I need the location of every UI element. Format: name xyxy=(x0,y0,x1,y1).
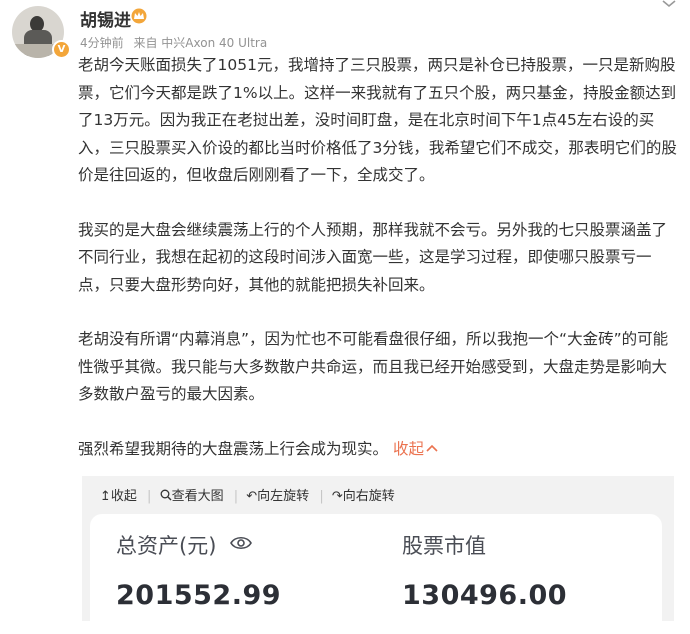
post-meta: 4分钟前 来自 中兴Axon 40 Ultra xyxy=(80,34,273,51)
author-name[interactable]: 胡锡进 xyxy=(80,6,131,31)
stock-value-value: 130496.00 xyxy=(402,580,568,611)
post-paragraph-2: 我买的是大盘会继续震荡上行的个人预期，那样我就不会亏。另外我的七只股票涵盖了不同… xyxy=(78,220,668,294)
collapse-label: 收起 xyxy=(392,439,424,458)
view-large-label: 查看大图 xyxy=(171,489,224,504)
eye-icon[interactable] xyxy=(230,536,252,550)
view-large-button[interactable]: 查看大图 xyxy=(160,485,224,504)
post-paragraph-1: 老胡今天账面损失了1051元，我增持了三只股票，两只是补仓已持股票，一只是新购股… xyxy=(78,56,677,184)
toolbar-divider: | xyxy=(319,489,324,504)
stock-value-label: 股票市值 xyxy=(402,534,486,558)
rotate-left-button[interactable]: ↶向左旋转 xyxy=(246,485,309,504)
image-toolbar: ↥收起 | 查看大图 | ↶向左旋转 | ↷向右旋转 xyxy=(100,485,399,504)
collapse-link[interactable]: 收起 xyxy=(393,440,438,458)
crown-icon xyxy=(131,8,147,24)
verified-badge-icon: V xyxy=(52,40,71,59)
post-source: 来自 中兴Axon 40 Ultra xyxy=(133,36,268,50)
more-chevron-icon[interactable] xyxy=(662,0,676,8)
total-assets-value: 201552.99 xyxy=(116,580,282,611)
rotate-right-button[interactable]: ↷向右旋转 xyxy=(332,485,395,504)
toolbar-divider: | xyxy=(233,489,239,504)
post-paragraph-3: 老胡没有所谓“内幕消息”，因为忙也不可能看盘很仔细，所以我抱一个“大金砖”的可能… xyxy=(78,330,669,403)
image-viewer: ↥收起 | 查看大图 | ↶向左旋转 | ↷向右旋转 总资产(元) 股票市值 2… xyxy=(82,476,674,634)
portfolio-card: 总资产(元) 股票市值 201552.99 130496.00 xyxy=(90,514,662,634)
post-body: 老胡今天账面损失了1051元，我增持了三只股票，两只是补仓已持股票，一只是新购股… xyxy=(78,52,682,463)
post-time[interactable]: 4分钟前 xyxy=(80,36,124,50)
collapse-image-button[interactable]: ↥收起 xyxy=(100,485,137,504)
search-zoom-icon xyxy=(160,489,172,501)
total-assets-label: 总资产(元) xyxy=(116,534,217,558)
post-paragraph-4-text: 强烈希望我期待的大盘震荡上行会成为现实。 xyxy=(78,439,389,458)
chevron-up-icon xyxy=(426,444,438,452)
toolbar-divider: | xyxy=(147,489,152,504)
post-paragraph-4: 强烈希望我期待的大盘震荡上行会成为现实。 收起 xyxy=(78,436,682,464)
